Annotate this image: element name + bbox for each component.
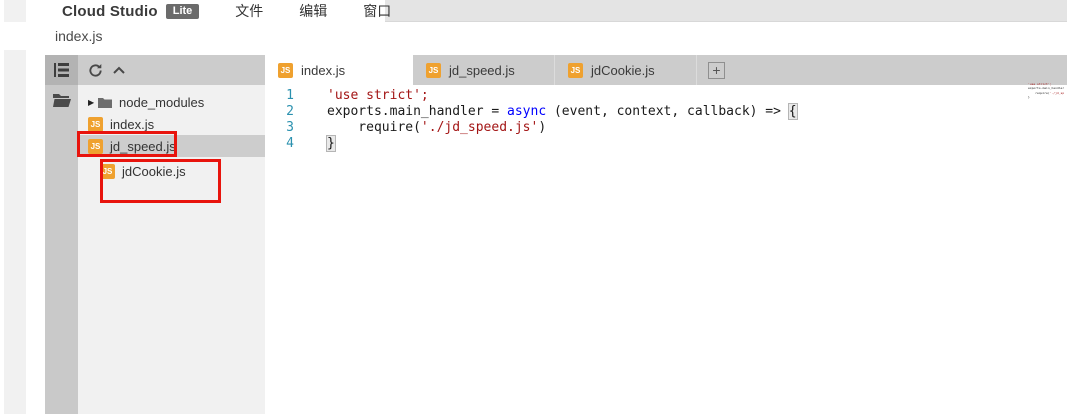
app-logo: Cloud Studio — [62, 3, 158, 20]
code-text: require('./jd_speed.js') — [1028, 91, 1064, 95]
tab-jdcookie-js[interactable]: JS jdCookie.js — [555, 55, 697, 85]
code-text: exports.main_handler = async (event, con… — [310, 104, 797, 120]
folder-icon — [98, 97, 112, 108]
code-text: require('./jd_speed.js') — [310, 120, 546, 136]
expand-arrow-icon[interactable]: ▶ — [88, 98, 98, 107]
menu-bar: Cloud Studio Lite 文件 编辑 窗口 — [0, 0, 1067, 22]
window-left-gutter — [4, 0, 26, 414]
refresh-icon[interactable] — [88, 63, 103, 78]
code-line-3: require('./jd_speed.js') — [1028, 91, 1064, 95]
activity-bar — [45, 55, 78, 414]
code-text: } — [310, 136, 335, 152]
menu-item-1[interactable]: 编辑 — [299, 3, 327, 19]
code-line-2: 2exports.main_handler = async (event, co… — [265, 104, 1067, 120]
code-line-4: 4} — [265, 136, 1067, 152]
add-tab-button[interactable]: + — [708, 62, 725, 79]
menu-item-0[interactable]: 文件 — [235, 3, 263, 19]
tab-label: index.js — [301, 63, 345, 78]
code-text: } — [1028, 95, 1030, 99]
tree-item-label: node_modules — [119, 95, 204, 110]
explorer-toolbar — [78, 55, 265, 85]
line-number: 1 — [265, 88, 310, 104]
line-number: 3 — [265, 120, 310, 136]
menu-items: 文件 编辑 窗口 — [199, 1, 391, 21]
code-text: 'use strict'; — [1028, 82, 1051, 86]
js-file-icon: JS — [426, 63, 441, 78]
tree-item-node-modules[interactable]: ▶ node_modules — [78, 91, 265, 113]
lite-badge: Lite — [166, 4, 200, 19]
breadcrumb: index.js — [55, 28, 102, 44]
line-number: 4 — [265, 136, 310, 152]
tree-item-label: index.js — [110, 117, 154, 132]
menu-item-2[interactable]: 窗口 — [363, 3, 391, 19]
code-text: 'use strict'; — [310, 88, 429, 104]
js-file-icon: JS — [568, 63, 583, 78]
code-editor[interactable]: 1'use strict';2exports.main_handler = as… — [265, 85, 1067, 414]
code-line-3: 3 require('./jd_speed.js') — [265, 120, 1067, 136]
editor-minimap[interactable]: 'use strict';exports.main_handler = asyn… — [1028, 82, 1064, 100]
js-file-icon: JS — [278, 63, 293, 78]
tab-jd-speed-js[interactable]: JS jd_speed.js — [413, 55, 555, 85]
annotation-box-jd-speed — [77, 131, 177, 157]
collapse-icon[interactable] — [113, 66, 125, 75]
annotation-box-jdcookie — [100, 159, 221, 203]
js-file-icon: JS — [88, 117, 103, 132]
tab-label: jdCookie.js — [591, 63, 655, 78]
breadcrumb-row: index.js — [0, 22, 1067, 50]
tab-label: jd_speed.js — [449, 63, 515, 78]
code-line-4: } — [1028, 95, 1064, 99]
cloud-studio-window: Cloud Studio Lite 文件 编辑 窗口 index.js — [0, 0, 1067, 414]
code-line-1: 1'use strict'; — [265, 88, 1067, 104]
tab-index-js[interactable]: JS index.js — [265, 55, 413, 85]
folder-icon — [53, 93, 71, 107]
line-number: 2 — [265, 104, 310, 120]
code-text: exports.main_handler = async (event, con… — [1028, 86, 1064, 90]
editor-tab-bar: JS index.js JS jd_speed.js JS jdCookie.js + — [265, 55, 1067, 85]
tree-outline-icon — [54, 63, 70, 77]
files-button[interactable] — [45, 85, 78, 115]
menu-bar-filler — [385, 0, 1067, 22]
explorer-panel: ▶node_modulesJSindex.jsJSjd_speed.jsJSjd… — [78, 55, 265, 414]
explorer-tree-button[interactable] — [45, 55, 78, 85]
